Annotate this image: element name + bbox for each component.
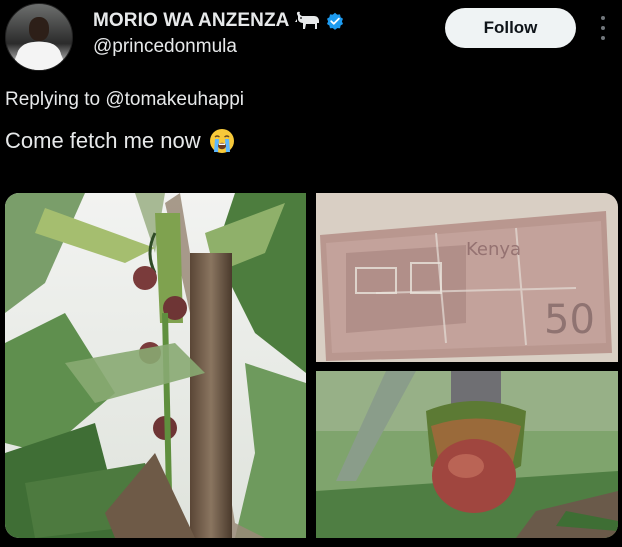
tweet-header: MORIO WA ANZENZA @princedonmula Follow (0, 0, 622, 80)
goat-icon (294, 10, 322, 32)
banknote-kenya-text: Kenya (466, 239, 521, 260)
display-name[interactable]: MORIO WA ANZENZA (93, 10, 290, 32)
tweet-text: Come fetch me now (5, 128, 235, 154)
reply-mention-link[interactable]: @tomakeuhappi (105, 89, 244, 110)
banana-flower-stem-photo[interactable] (316, 371, 618, 538)
worn-banknote-photo[interactable]: Kenya 50 (316, 193, 618, 362)
follow-button[interactable]: Follow (445, 8, 576, 48)
handle[interactable]: @princedonmula (93, 36, 237, 58)
media-grid: Kenya 50 (5, 193, 618, 538)
name-row: MORIO WA ANZENZA (93, 10, 344, 32)
replying-to: Replying to @tomakeuhappi (5, 89, 244, 111)
verified-badge-icon (326, 12, 344, 30)
banknote-value-text: 50 (544, 297, 595, 343)
avatar[interactable] (5, 3, 73, 71)
avatar-face (29, 17, 49, 41)
avatar-body (17, 42, 61, 70)
replying-prefix: Replying to (5, 89, 101, 110)
tweet-body: Come fetch me now (5, 128, 201, 153)
more-vertical-icon[interactable] (596, 16, 610, 40)
banana-plant-photo[interactable] (5, 193, 306, 538)
loudly-crying-face-icon (209, 128, 235, 154)
